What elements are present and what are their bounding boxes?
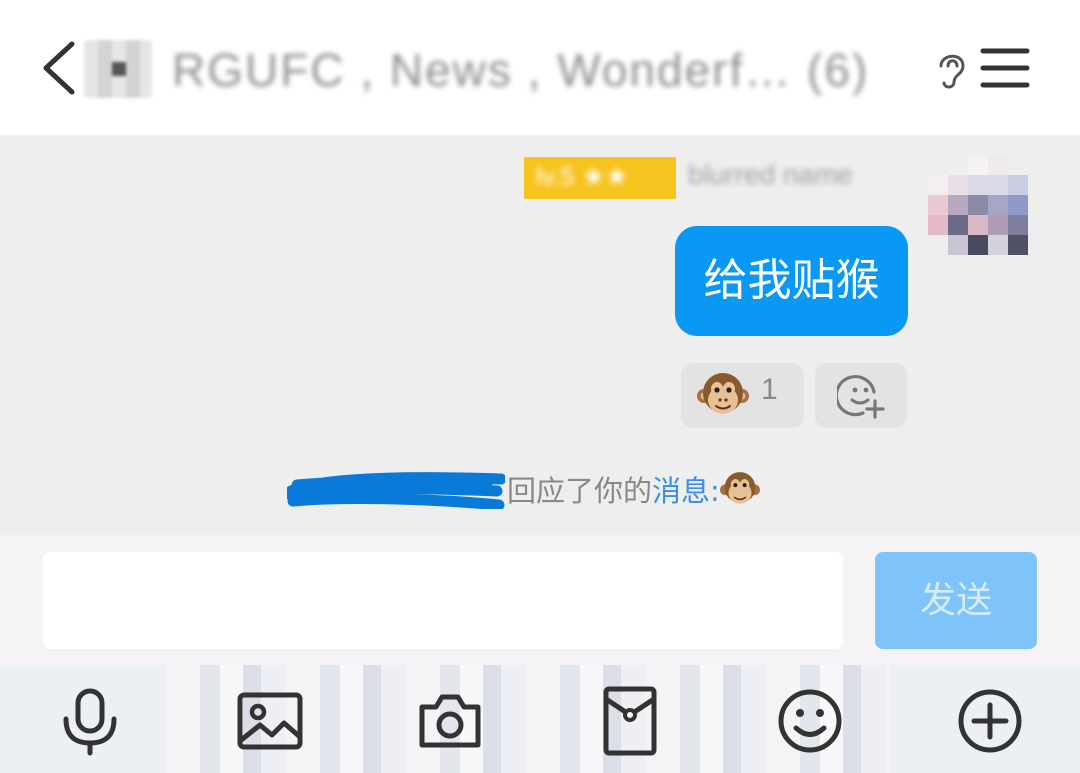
reaction-notice: 回应了你的消息: xyxy=(285,467,805,511)
chat-header: RGUFC , News , Wonderf… (6) xyxy=(0,0,1080,135)
emoji-icon[interactable] xyxy=(774,685,846,757)
bottom-toolbar xyxy=(0,665,1080,773)
monkey-face-icon xyxy=(719,472,760,504)
add-reaction-button[interactable] xyxy=(815,363,907,428)
camera-icon[interactable] xyxy=(414,685,486,757)
message-input[interactable] xyxy=(43,552,843,649)
notice-message-link[interactable]: 消息: xyxy=(652,474,720,508)
image-icon[interactable] xyxy=(234,685,306,757)
notice-text: 回应了你的消息: xyxy=(507,469,760,511)
group-avatar[interactable] xyxy=(84,40,152,98)
chevron-left-icon[interactable] xyxy=(36,38,86,98)
message-list[interactable]: lv.5 ★★ blurred name 给我贴猴 1 回应了你的消息: xyxy=(0,135,1080,535)
red-packet-icon[interactable] xyxy=(594,685,666,757)
message-bubble[interactable]: 给我贴猴 xyxy=(675,226,908,336)
send-button[interactable]: 发送 xyxy=(875,552,1037,649)
microphone-icon[interactable] xyxy=(54,685,126,757)
reaction-monkey-button[interactable]: 1 xyxy=(681,363,804,428)
ear-icon[interactable] xyxy=(932,48,972,90)
member-level-badge: lv.5 ★★ xyxy=(524,157,676,199)
sender-avatar[interactable] xyxy=(928,155,1038,265)
hamburger-menu-icon[interactable] xyxy=(980,46,1030,90)
chat-title[interactable]: RGUFC , News , Wonderf… (6) xyxy=(172,42,927,98)
reaction-count: 1 xyxy=(761,373,778,406)
plus-circle-icon[interactable] xyxy=(954,685,1026,757)
member-level-text: lv.5 ★★ xyxy=(536,161,629,191)
sender-name[interactable]: blurred name xyxy=(688,159,898,199)
redaction-scribble xyxy=(287,472,505,509)
monkey-face-icon xyxy=(697,373,749,414)
add-reaction-icon xyxy=(837,375,885,419)
sender-info: lv.5 ★★ blurred name xyxy=(524,157,904,199)
notice-message: 回应了你的 xyxy=(507,474,653,508)
composer-bar: 发送 xyxy=(0,535,1080,665)
